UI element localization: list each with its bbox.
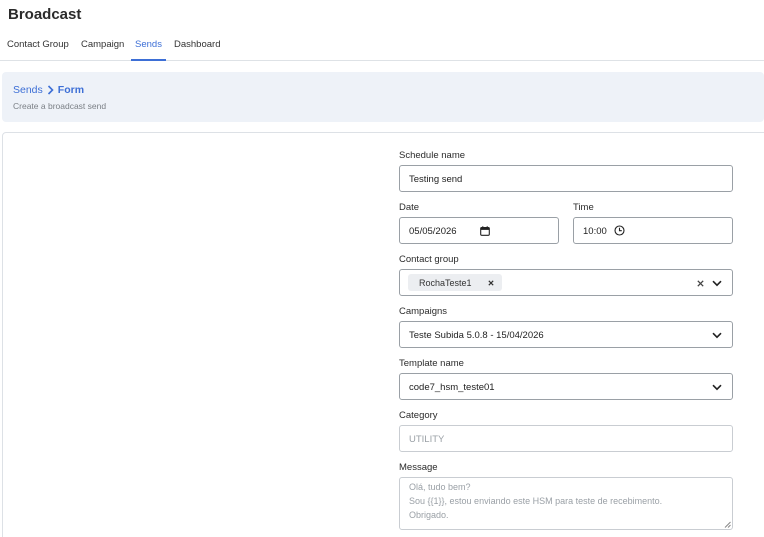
breadcrumb: Sends Form Create a broadcast send: [2, 72, 764, 122]
message-label: Message: [399, 462, 438, 473]
tab-dashboard[interactable]: Dashboard: [174, 36, 220, 61]
nav-tabs: Contact Group Campaign Sends Dashboard: [0, 36, 764, 61]
tab-campaign[interactable]: Campaign: [81, 36, 124, 61]
category-value: UTILITY: [409, 434, 445, 445]
category-label: Category: [399, 410, 438, 421]
template-name-label: Template name: [399, 358, 464, 369]
time-input[interactable]: 10:00: [573, 217, 733, 244]
date-label: Date: [399, 202, 420, 213]
template-name-select[interactable]: code7_hsm_teste01: [399, 373, 733, 400]
app-title: Broadcast: [8, 6, 82, 23]
message-textarea[interactable]: Olá, tudo bem? Sou {{1}}, estou enviando…: [399, 477, 733, 530]
message-line: Olá, tudo bem?: [409, 482, 471, 492]
schedule-name-label: Schedule name: [399, 150, 466, 161]
resize-handle-icon[interactable]: [724, 521, 731, 528]
breadcrumb-current: Form: [57, 84, 85, 96]
schedule-name-value: Testing send: [409, 174, 463, 185]
contact-group-label: Contact group: [399, 254, 459, 265]
chip-remove-button[interactable]: [484, 276, 498, 290]
message-line: Obrigado.: [409, 510, 449, 520]
clear-icon[interactable]: [697, 280, 704, 287]
campaigns-value: Teste Subida 5.0.8 - 15/04/2026: [409, 330, 544, 341]
time-value: 10:00: [583, 226, 607, 237]
category-input: UTILITY: [399, 425, 733, 452]
time-label: Time: [573, 202, 594, 213]
chevron-down-icon[interactable]: [712, 332, 722, 339]
close-icon: [487, 279, 494, 286]
campaigns-label: Campaigns: [399, 306, 448, 317]
chevron-right-icon: [47, 85, 54, 95]
clock-icon[interactable]: [614, 225, 625, 236]
template-name-value: code7_hsm_teste01: [409, 382, 495, 393]
contact-group-chip: RochaTeste1: [408, 274, 502, 291]
tab-sends[interactable]: Sends: [131, 36, 166, 61]
message-line: Sou {{1}}, estou enviando este HSM para …: [409, 496, 663, 506]
contact-group-select[interactable]: RochaTeste1: [399, 269, 733, 296]
tab-contact-group[interactable]: Contact Group: [7, 36, 69, 61]
date-input[interactable]: 05/05/2026: [399, 217, 559, 244]
contact-group-chip-label: RochaTeste1: [419, 277, 472, 288]
date-value: 05/05/2026: [409, 226, 457, 237]
page-subtitle: Create a broadcast send: [13, 101, 107, 111]
breadcrumb-sends-link[interactable]: Sends: [13, 84, 43, 96]
chevron-down-icon[interactable]: [712, 280, 722, 287]
campaigns-select[interactable]: Teste Subida 5.0.8 - 15/04/2026: [399, 321, 733, 348]
calendar-icon[interactable]: [480, 226, 490, 236]
schedule-name-input[interactable]: Testing send: [399, 165, 733, 192]
chevron-down-icon[interactable]: [712, 384, 722, 391]
